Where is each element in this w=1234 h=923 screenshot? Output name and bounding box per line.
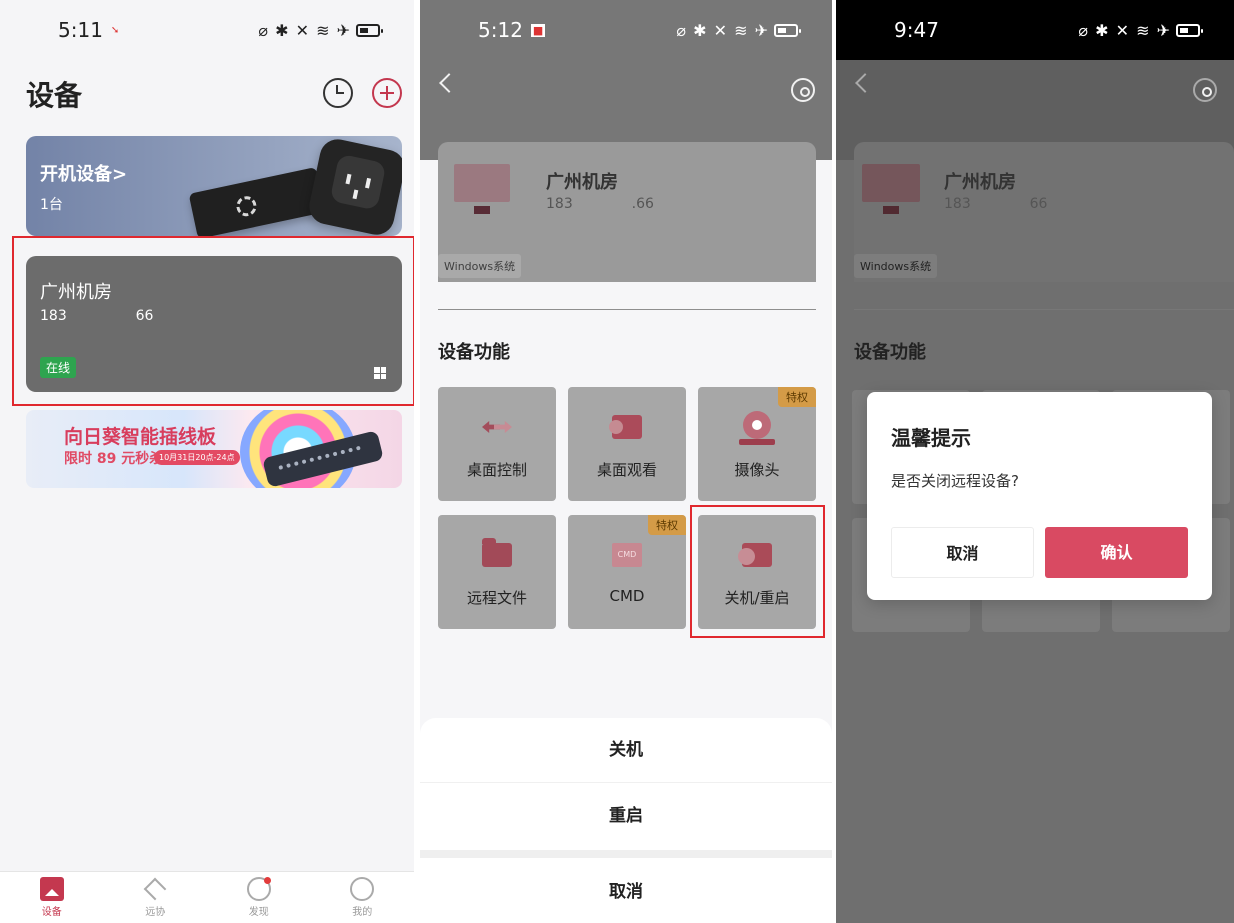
status-time: 5:11 ➘ <box>58 18 120 42</box>
sheet-gap <box>420 850 832 858</box>
divider <box>420 782 832 783</box>
page-title: 设备 <box>26 79 83 112</box>
bottom-navigation: 设备 远协 发现 我的 <box>0 871 414 923</box>
devices-screen: 5:11 ➘ ⌀ ✱ ✕ ≋ ✈ 设备 开机设备> 1台 广州机房 183 66 … <box>0 0 414 923</box>
status-bar: 5:11 ➘ ⌀ ✱ ✕ ≋ ✈ <box>0 0 414 60</box>
remote-control-icon <box>482 415 512 439</box>
settings-icon[interactable] <box>791 78 815 102</box>
status-icons: ⌀ ✱ ✕ ≋ ✈ <box>258 21 383 40</box>
device-ip: 183 .66 <box>546 196 654 212</box>
boot-device-card[interactable]: 开机设备> 1台 <box>26 136 402 236</box>
restart-option[interactable]: 重启 <box>420 784 832 848</box>
nav-assist[interactable]: 远协 <box>120 872 190 923</box>
battery-icon <box>774 23 801 37</box>
os-tag: Windows系统 <box>438 254 522 278</box>
dialog-cancel-button[interactable]: 取消 <box>891 527 1034 578</box>
device-function-screen: 5:12 ■ ⌀ ✱ ✕ ≋ ✈ 广州机房 183 .66 Windows系统 设… <box>420 0 832 923</box>
feature-camera[interactable]: 特权 摄像头 <box>698 387 816 501</box>
section-title: 设备功能 <box>438 342 510 363</box>
promo-banner[interactable]: 向日葵智能插线板 限时 89 元秒杀 10月31日20点-24点 <box>26 410 402 488</box>
dialog-message: 是否关闭远程设备? <box>891 472 1019 490</box>
recording-icon: ➘ <box>110 24 120 36</box>
feature-label: CMD <box>609 587 645 605</box>
device-ip: 183 66 <box>944 196 1048 212</box>
nav-me[interactable]: 我的 <box>327 872 397 923</box>
divider <box>438 309 816 310</box>
banner-title: 向日葵智能插线板 <box>64 426 217 448</box>
confirm-dialog: 温馨提示 是否关闭远程设备? 取消 确认 <box>867 392 1212 600</box>
folder-icon <box>482 538 512 567</box>
feature-cmd[interactable]: 特权 CMD CMD <box>568 515 686 629</box>
status-time: 9:47 <box>894 18 939 42</box>
power-feature-highlight <box>690 505 825 638</box>
feature-desktop-control[interactable]: 桌面控制 <box>438 387 556 501</box>
boot-device-title: 开机设备> <box>40 164 128 185</box>
banner-price: 限时 89 元秒杀 <box>64 451 164 467</box>
feature-desktop-view[interactable]: 桌面观看 <box>568 387 686 501</box>
battery-icon <box>1176 23 1203 37</box>
feature-label: 桌面观看 <box>596 461 657 479</box>
battery-icon <box>356 23 383 37</box>
nav-devices[interactable]: 设备 <box>17 872 87 923</box>
privilege-badge: 特权 <box>778 387 816 407</box>
dialog-title: 温馨提示 <box>891 426 971 450</box>
feature-label: 桌面控制 <box>466 461 527 479</box>
device-name: 广州机房 <box>944 172 1016 193</box>
status-icons: ⌀ ✱ ✕ ≋ ✈ <box>676 21 801 40</box>
settings-icon <box>1193 78 1217 102</box>
device-name: 广州机房 <box>546 172 618 193</box>
status-bar: 5:12 ■ ⌀ ✱ ✕ ≋ ✈ <box>420 0 832 60</box>
dialog-confirm-button[interactable]: 确认 <box>1045 527 1188 578</box>
compass-icon <box>246 877 271 901</box>
cmd-icon: CMD <box>612 543 642 567</box>
assist-icon <box>143 877 167 901</box>
feature-label: 摄像头 <box>734 461 780 479</box>
cancel-option[interactable]: 取消 <box>420 860 832 923</box>
os-tag: Windows系统 <box>854 254 938 278</box>
devices-icon <box>39 877 64 901</box>
status-time: 5:12 ■ <box>478 18 546 42</box>
recording-icon: ■ <box>530 23 546 37</box>
shutdown-option[interactable]: 关机 <box>420 718 832 782</box>
power-action-sheet: 关机 重启 取消 <box>420 718 832 923</box>
section-title: 设备功能 <box>854 342 926 363</box>
feature-label: 远程文件 <box>466 589 527 607</box>
monitor-icon <box>862 164 920 214</box>
history-icon[interactable] <box>323 78 353 108</box>
add-device-icon[interactable] <box>372 78 402 108</box>
status-icons: ⌀ ✱ ✕ ≋ ✈ <box>1078 21 1203 40</box>
boot-device-count: 1台 <box>40 197 63 213</box>
device-card-highlight <box>12 236 414 406</box>
gear-icon <box>234 194 259 219</box>
divider <box>854 309 1234 310</box>
feature-remote-files[interactable]: 远程文件 <box>438 515 556 629</box>
smart-plug-image <box>305 136 402 236</box>
camera-icon <box>739 411 775 445</box>
boot-box-image <box>188 166 326 236</box>
status-bar: 9:47 ⌀ ✱ ✕ ≋ ✈ <box>836 0 1234 60</box>
plug-face-icon <box>329 153 387 211</box>
banner-date: 10月31日20点-24点 <box>154 450 240 465</box>
user-icon <box>350 877 375 901</box>
desktop-view-icon <box>609 415 642 439</box>
privilege-badge: 特权 <box>648 515 686 535</box>
monitor-icon <box>454 164 510 214</box>
nav-discover[interactable]: 发现 <box>224 872 294 923</box>
